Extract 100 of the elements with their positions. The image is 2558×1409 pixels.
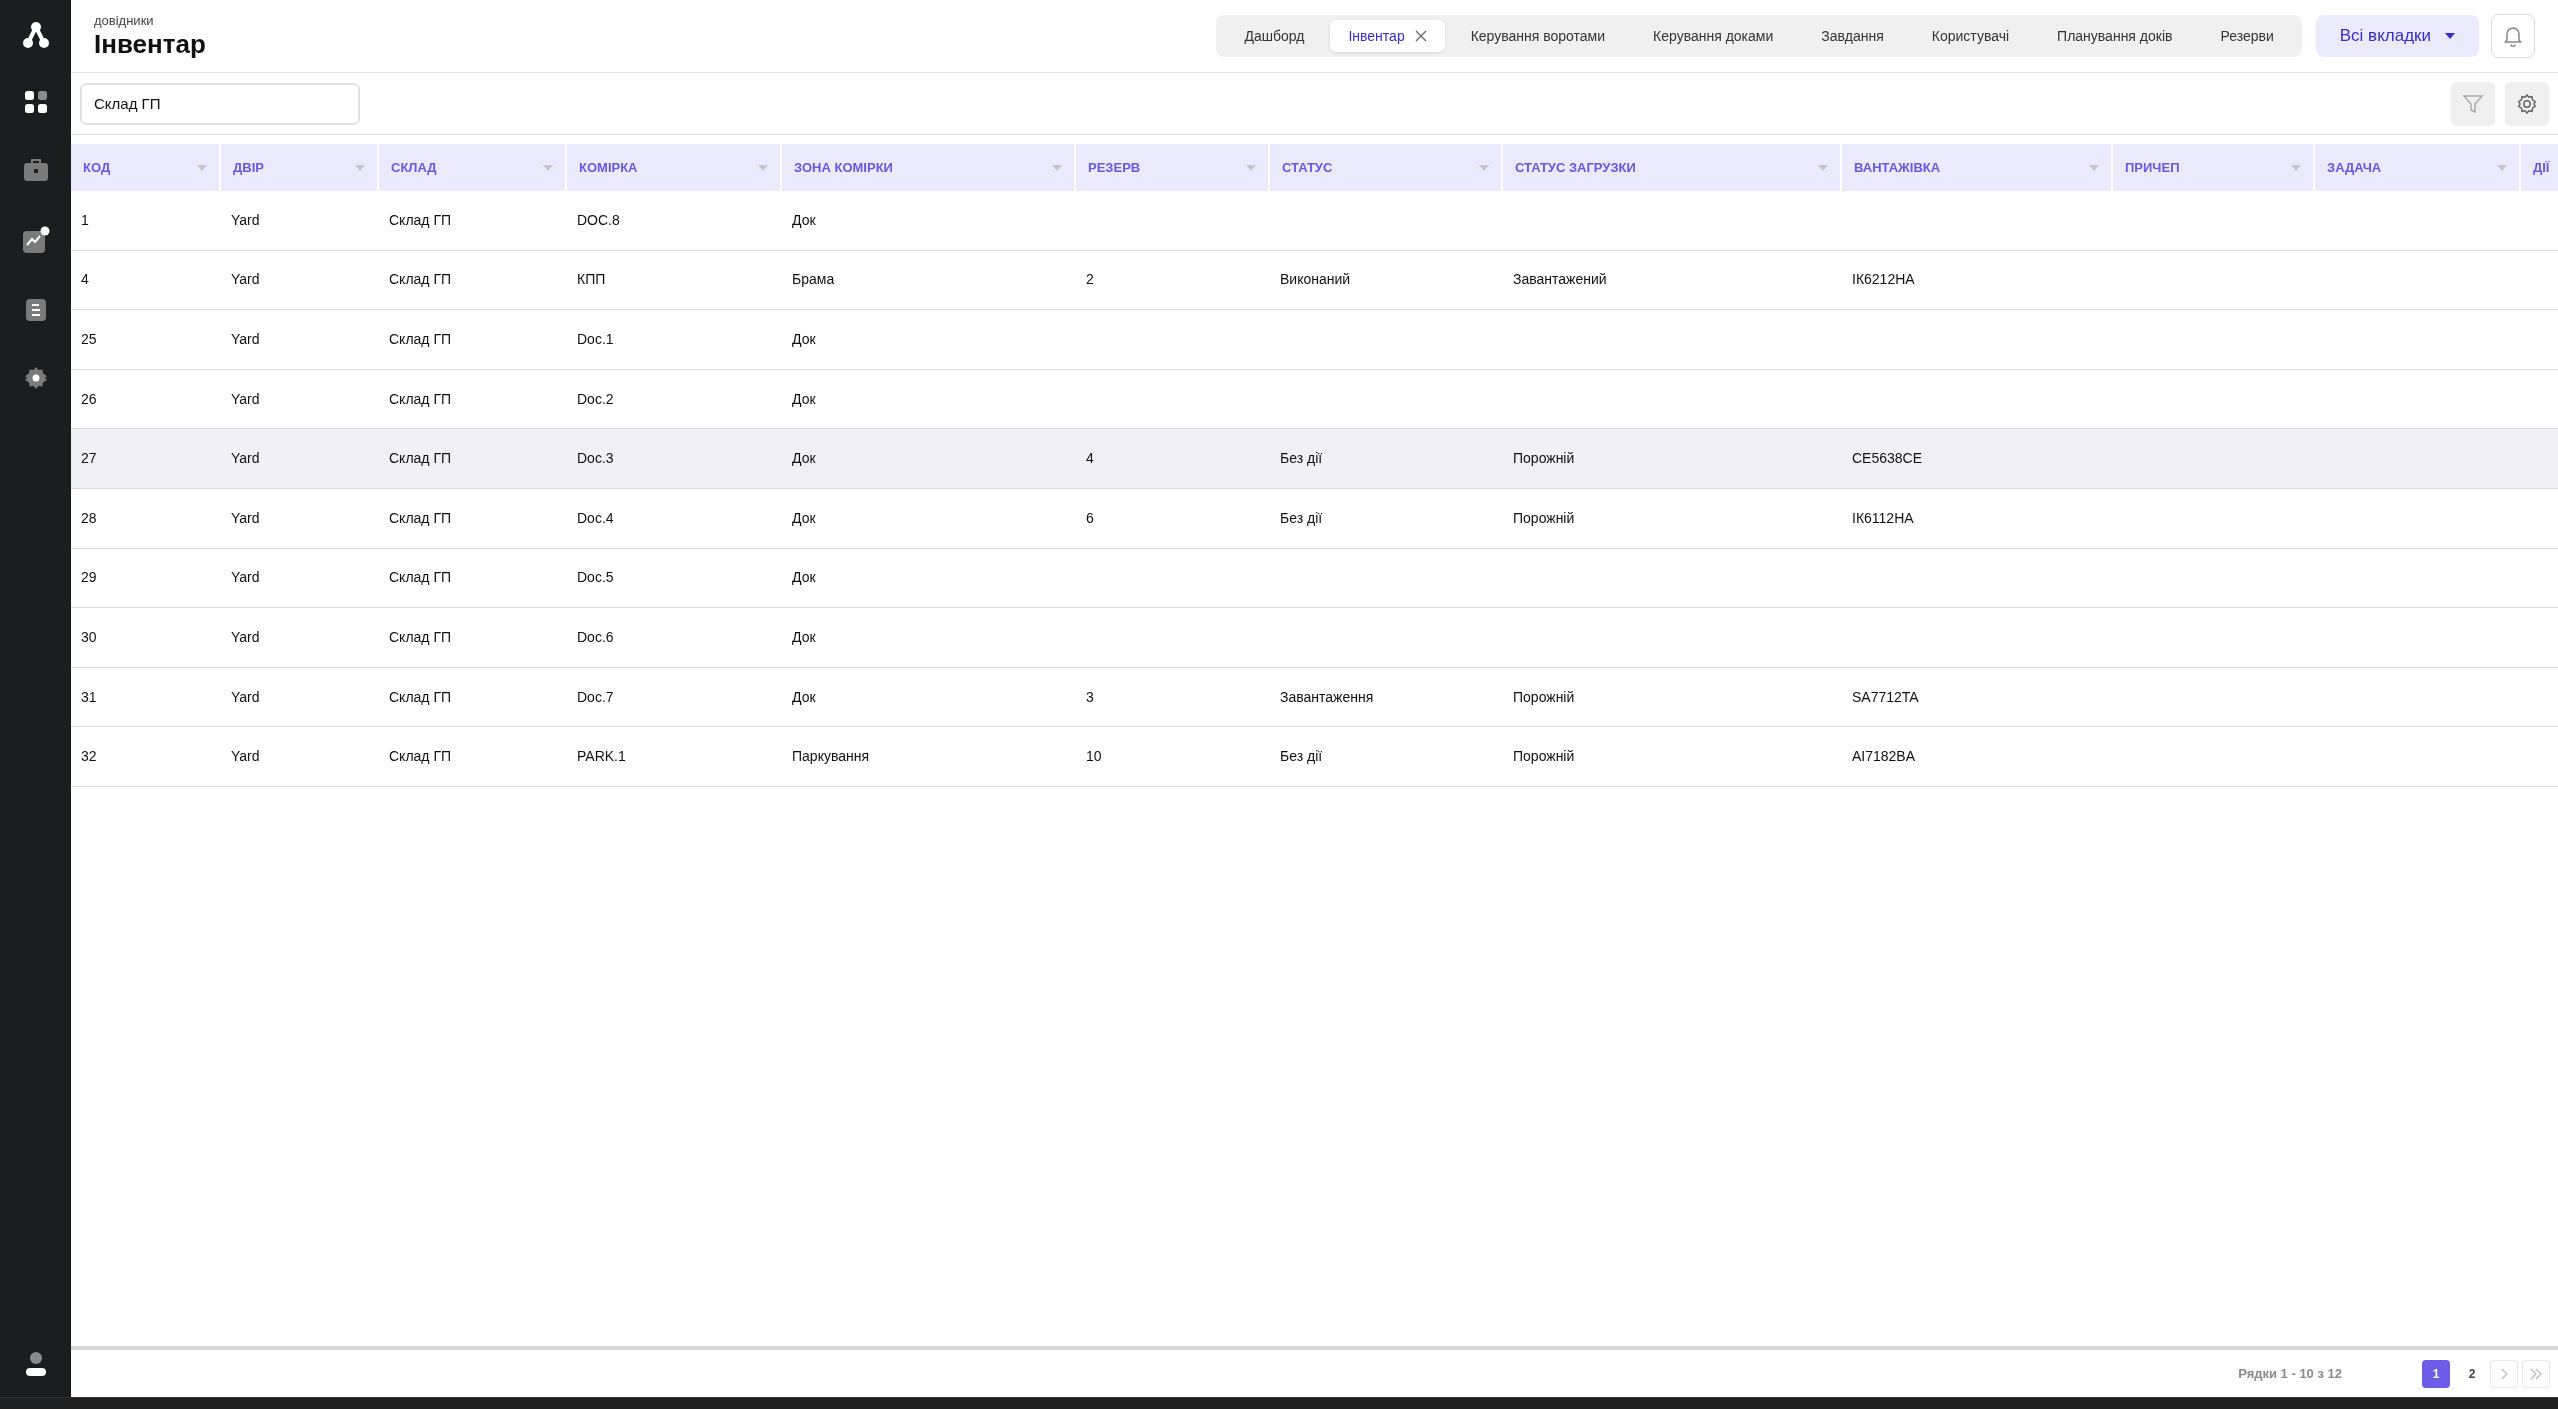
table-cell-text: Yard <box>231 747 260 767</box>
table-cell-text: Yard <box>231 508 260 528</box>
table-cell-text: 25 <box>81 330 97 349</box>
table-cell-text: Склад ГП <box>389 687 452 707</box>
column-header[interactable]: КОМІРКА <box>567 144 782 191</box>
table-cell-text: Yard <box>231 449 260 469</box>
table-cell-text: Паркування <box>792 747 870 767</box>
table-cell-text: DOC.8 <box>577 210 620 230</box>
column-header[interactable]: ПРИЧЕП <box>2113 144 2315 191</box>
column-header[interactable]: СТАТУС ЗАГРУЗКИ <box>1503 144 1842 191</box>
tab[interactable]: Керування воротами <box>1448 20 1628 52</box>
filter-icon <box>2462 92 2484 115</box>
table-cell-text: Склад ГП <box>389 210 452 230</box>
gear-icon[interactable] <box>23 366 48 390</box>
briefcase-icon[interactable] <box>22 158 49 182</box>
table-cell-text: Yard <box>231 210 260 230</box>
column-header[interactable]: ЗОНА КОМІРКИ <box>782 144 1076 191</box>
table-cell-text: Порожній <box>1513 508 1575 528</box>
table-cell-text: Doc.2 <box>577 389 614 409</box>
column-header[interactable]: ВАНТАЖІВКА <box>1842 144 2113 191</box>
table-row[interactable]: 27 Yard Склад ГП Doc.3 Док 4 Без дії Порожній СЕ5638СЕ <box>71 429 2558 489</box>
page-button[interactable]: 1 <box>2422 1359 2450 1388</box>
column-header[interactable]: СТАТУС <box>1270 144 1503 191</box>
tab[interactable]: Планування доків <box>2035 20 2195 52</box>
sort-icon <box>197 164 207 171</box>
column-header[interactable]: КОД <box>71 144 221 191</box>
rows-info: Рядки 1 - 10 з 12 <box>2238 1364 2342 1383</box>
table-cell-text: 30 <box>81 627 97 647</box>
table-cell-text: Yard <box>231 330 260 349</box>
settings-icon <box>2516 92 2538 115</box>
table-cell-text: Порожній <box>1513 449 1575 469</box>
caret-icon <box>2445 33 2455 39</box>
table-cell-text: Завантажений <box>1513 270 1607 290</box>
list-icon[interactable] <box>24 298 47 322</box>
bell-icon <box>2503 25 2523 47</box>
table-cell-text: Завантаження <box>1280 687 1374 707</box>
sort-icon <box>2089 164 2099 171</box>
tab[interactable]: Завдання <box>1799 20 1906 52</box>
table-cell-text: Виконаний <box>1280 270 1351 290</box>
sort-icon <box>1479 164 1489 171</box>
table-cell-text: Doc.1 <box>577 330 614 349</box>
sort-icon <box>355 164 365 171</box>
sort-icon <box>1246 164 1256 171</box>
table-cell-text: Yard <box>231 627 260 647</box>
table-cell-text: Doc.5 <box>577 568 614 588</box>
table-cell-text: Док <box>792 449 816 469</box>
sort-icon <box>2497 164 2507 171</box>
table-cell-text: Док <box>792 687 816 707</box>
tab[interactable]: Інвентар <box>1330 20 1445 52</box>
sort-icon <box>758 164 768 171</box>
dashboard-icon[interactable] <box>23 90 48 114</box>
table-cell-text: ІК6112НА <box>1852 508 1914 528</box>
table-cell-text: 32 <box>81 747 97 767</box>
table-cell-text: Склад ГП <box>389 568 452 588</box>
table-cell-text: Без дії <box>1280 508 1323 528</box>
table-cell-text: 6 <box>1086 508 1094 528</box>
table-cell-text: 2 <box>1086 270 1094 290</box>
column-header[interactable]: РЕЗЕРВ <box>1076 144 1270 191</box>
table-cell-text: Склад ГП <box>389 508 452 528</box>
table-cell-text: ІК6212НА <box>1852 270 1915 290</box>
search-field[interactable]: Склад ГП <box>80 82 360 125</box>
table-cell-text: 31 <box>81 687 97 707</box>
column-header[interactable]: ДВІР <box>221 144 379 191</box>
table-cell-text: 4 <box>81 270 89 290</box>
tab[interactable]: Дашборд <box>1222 20 1327 52</box>
column-header[interactable]: ДІЇ <box>2521 144 2558 191</box>
page-button[interactable]: 2 <box>2458 1359 2486 1388</box>
chart-icon[interactable] <box>21 226 50 254</box>
table-cell-text: 10 <box>1086 747 1102 767</box>
table-cell-text: 1 <box>81 210 89 230</box>
table-cell-text: Doc.4 <box>577 508 614 528</box>
column-header[interactable]: СКЛАД <box>379 144 567 191</box>
user-icon[interactable] <box>24 1351 47 1377</box>
table-cell-text: Склад ГП <box>389 627 452 647</box>
table-cell-text: 29 <box>81 568 97 588</box>
table-cell-text: 28 <box>81 508 97 528</box>
sort-icon <box>1818 164 1828 171</box>
table-cell-text: Без дії <box>1280 449 1323 469</box>
table-cell-text: Док <box>792 568 816 588</box>
table-cell-text: Doc.6 <box>577 627 614 647</box>
sort-icon <box>1052 164 1062 171</box>
table-cell-text: Док <box>792 627 816 647</box>
all-tabs-button[interactable]: Всі вкладки <box>2315 15 2479 57</box>
sort-icon <box>543 164 553 171</box>
table-cell-text: Doc.3 <box>577 449 614 469</box>
table-cell-text: Склад ГП <box>389 747 452 767</box>
tab[interactable]: Керування доками <box>1631 20 1796 52</box>
table-cell-text: Док <box>792 389 816 409</box>
column-header[interactable]: ЗАДАЧА <box>2315 144 2521 191</box>
table-cell-text: Док <box>792 330 816 349</box>
tab[interactable]: Резерви <box>2198 20 2296 52</box>
logo-icon[interactable] <box>20 20 51 50</box>
table-cell-text: Склад ГП <box>389 330 452 349</box>
table-cell-text: Порожній <box>1513 747 1575 767</box>
sort-icon <box>2291 164 2301 171</box>
close-icon[interactable] <box>1414 30 1427 42</box>
table-cell-text: 26 <box>81 389 97 409</box>
chevron-right-icon <box>2499 1367 2509 1380</box>
settings-button[interactable] <box>2505 81 2549 126</box>
tab[interactable]: Користувачі <box>1909 20 2032 52</box>
